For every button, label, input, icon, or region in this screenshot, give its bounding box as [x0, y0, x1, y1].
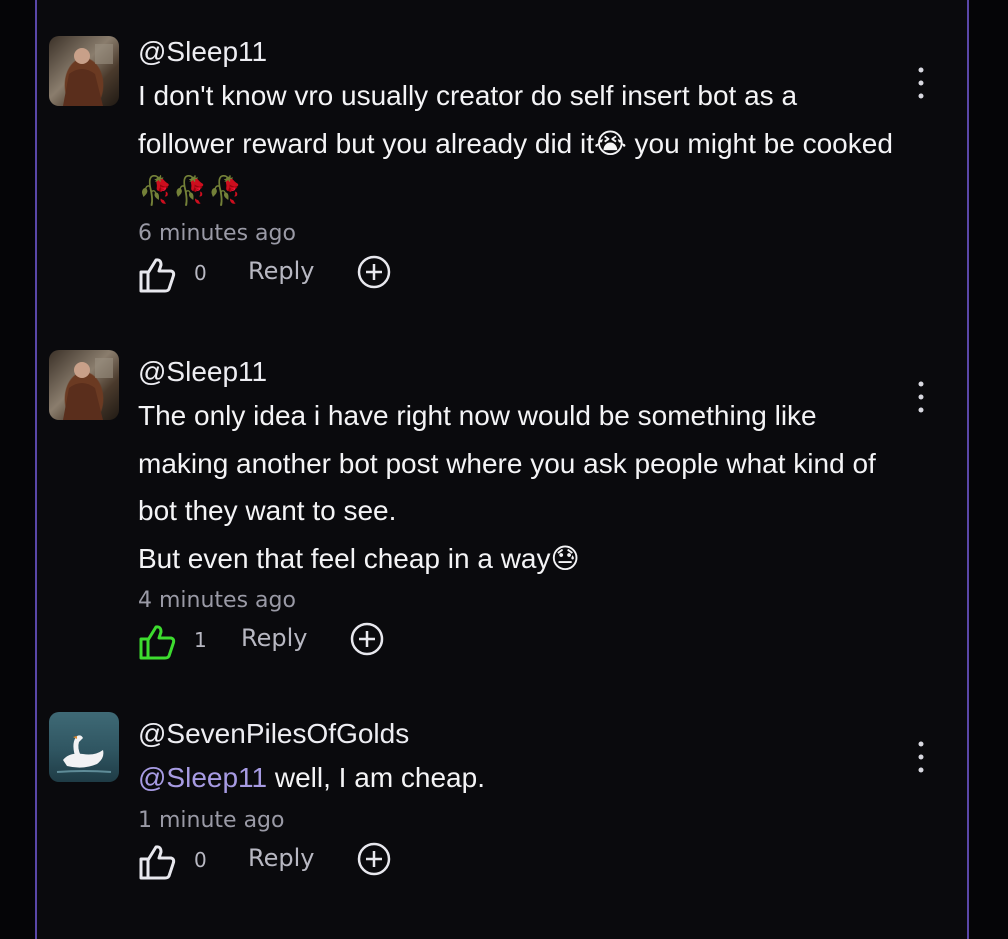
user-avatar[interactable]	[49, 36, 119, 106]
comment-username[interactable]: @Sleep11	[138, 352, 897, 392]
comment-text-body: well, I am cheap.	[267, 762, 485, 793]
comment-username[interactable]: @Sleep11	[138, 32, 897, 72]
reply-button[interactable]: Reply	[248, 257, 314, 285]
plus-circle-icon[interactable]	[357, 842, 391, 876]
comment-text: @Sleep11 well, I am cheap.	[138, 754, 897, 802]
comment-text: I don't know vro usually creator do self…	[138, 80, 893, 206]
thumbs-up-icon[interactable]	[138, 257, 176, 293]
reply-button[interactable]: Reply	[248, 844, 314, 872]
like-count: 0	[194, 260, 207, 285]
comment-actions: 0 Reply	[138, 842, 897, 886]
plus-circle-icon[interactable]	[350, 622, 384, 656]
user-mention[interactable]: @Sleep11	[138, 762, 267, 793]
comment-timestamp: 1 minute ago	[138, 807, 285, 833]
plus-circle-icon[interactable]	[357, 255, 391, 289]
more-vertical-icon[interactable]	[915, 380, 927, 414]
more-vertical-icon[interactable]	[915, 66, 927, 100]
comment-timestamp: 4 minutes ago	[138, 588, 296, 613]
like-count: 1	[194, 628, 207, 652]
thumbs-up-icon[interactable]	[138, 844, 176, 880]
comment-username[interactable]: @SevenPilesOfGolds	[138, 714, 897, 754]
like-count: 0	[194, 847, 207, 872]
comment-actions: 0 Reply	[138, 255, 897, 299]
comment-text: The only idea i have right now would be …	[138, 400, 876, 574]
user-avatar[interactable]	[49, 350, 119, 420]
thumbs-up-icon[interactable]	[138, 624, 176, 660]
reply-button[interactable]: Reply	[241, 624, 307, 652]
more-vertical-icon[interactable]	[915, 740, 927, 774]
comment-actions: 1 Reply	[138, 622, 897, 666]
user-avatar[interactable]	[49, 712, 119, 782]
comments-panel: @Sleep11 I don't know vro usually creato…	[35, 0, 969, 939]
comment-timestamp: 6 minutes ago	[138, 220, 296, 246]
